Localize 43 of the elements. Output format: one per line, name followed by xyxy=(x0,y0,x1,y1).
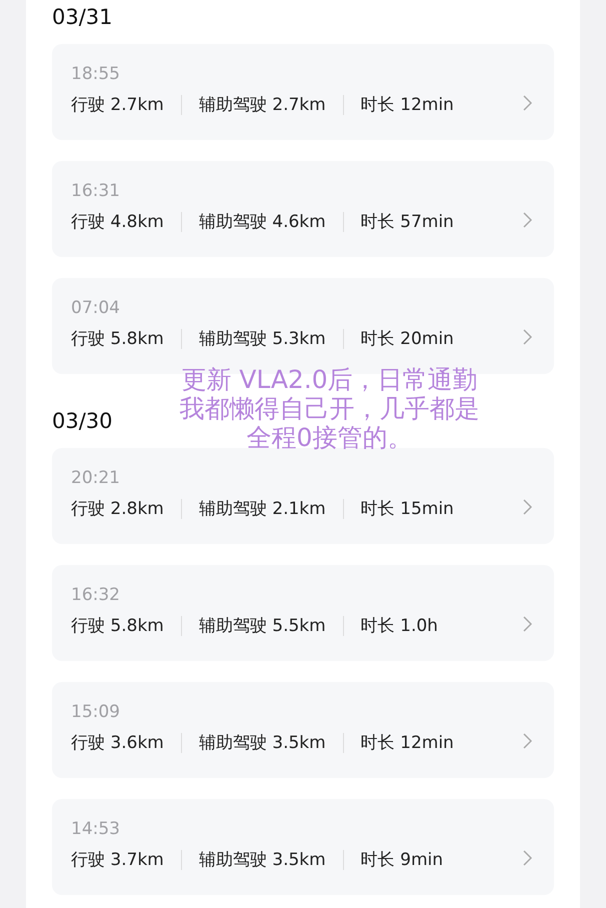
drive-distance: 行驶 2.8km xyxy=(71,498,164,520)
trip-card[interactable]: 18:55 行驶 2.7km 辅助驾驶 2.7km 时长 12min xyxy=(52,44,554,140)
chevron-right-icon xyxy=(523,212,532,228)
chevron-right-icon xyxy=(523,499,532,515)
assisted-distance: 辅助驾驶 3.5km xyxy=(198,849,326,871)
trip-duration: 时长 15min xyxy=(360,498,454,520)
chevron-right-icon xyxy=(523,95,532,111)
trip-time: 07:04 xyxy=(71,297,121,320)
chevron-right-icon xyxy=(523,616,532,632)
drive-distance: 行驶 3.7km xyxy=(71,849,164,871)
trip-card[interactable]: 20:21 行驶 2.8km 辅助驾驶 2.1km 时长 15min xyxy=(52,448,554,544)
assisted-distance: 辅助驾驶 3.5km xyxy=(198,732,326,754)
chevron-right-icon xyxy=(523,733,532,749)
trip-card[interactable]: 16:32 行驶 5.8km 辅助驾驶 5.5km 时长 1.0h xyxy=(52,565,554,661)
assisted-distance: 辅助驾驶 2.7km xyxy=(198,94,326,116)
drive-distance: 行驶 5.8km xyxy=(71,615,164,637)
trip-time: 18:55 xyxy=(71,63,121,86)
chevron-right-icon xyxy=(523,329,532,345)
drive-distance: 行驶 2.7km xyxy=(71,94,164,116)
trip-duration: 时长 1.0h xyxy=(360,615,438,637)
drive-distance: 行驶 4.8km xyxy=(71,211,164,233)
date-heading: 03/31 xyxy=(52,4,113,31)
drive-distance: 行驶 5.8km xyxy=(71,328,164,350)
trip-duration: 时长 12min xyxy=(360,94,454,116)
assisted-distance: 辅助驾驶 4.6km xyxy=(198,211,326,233)
trip-duration: 时长 20min xyxy=(360,328,454,350)
trip-card[interactable]: 16:31 行驶 4.8km 辅助驾驶 4.6km 时长 57min xyxy=(52,161,554,257)
chevron-right-icon xyxy=(523,850,532,866)
assisted-distance: 辅助驾驶 2.1km xyxy=(198,498,326,520)
trip-time: 16:32 xyxy=(71,584,121,607)
trip-time: 14:53 xyxy=(71,818,121,841)
assisted-distance: 辅助驾驶 5.3km xyxy=(198,328,326,350)
trip-time: 16:31 xyxy=(71,180,121,203)
trip-card[interactable]: 15:09 行驶 3.6km 辅助驾驶 3.5km 时长 12min xyxy=(52,682,554,778)
trip-duration: 时长 12min xyxy=(360,732,454,754)
date-heading: 03/30 xyxy=(52,408,113,435)
trip-duration: 时长 9min xyxy=(360,849,443,871)
drive-distance: 行驶 3.6km xyxy=(71,732,164,754)
trip-time: 20:21 xyxy=(71,467,121,490)
assisted-distance: 辅助驾驶 5.5km xyxy=(198,615,326,637)
trip-card[interactable]: 14:53 行驶 3.7km 辅助驾驶 3.5km 时长 9min xyxy=(52,799,554,895)
trip-time: 15:09 xyxy=(71,701,121,724)
trip-duration: 时长 57min xyxy=(360,211,454,233)
